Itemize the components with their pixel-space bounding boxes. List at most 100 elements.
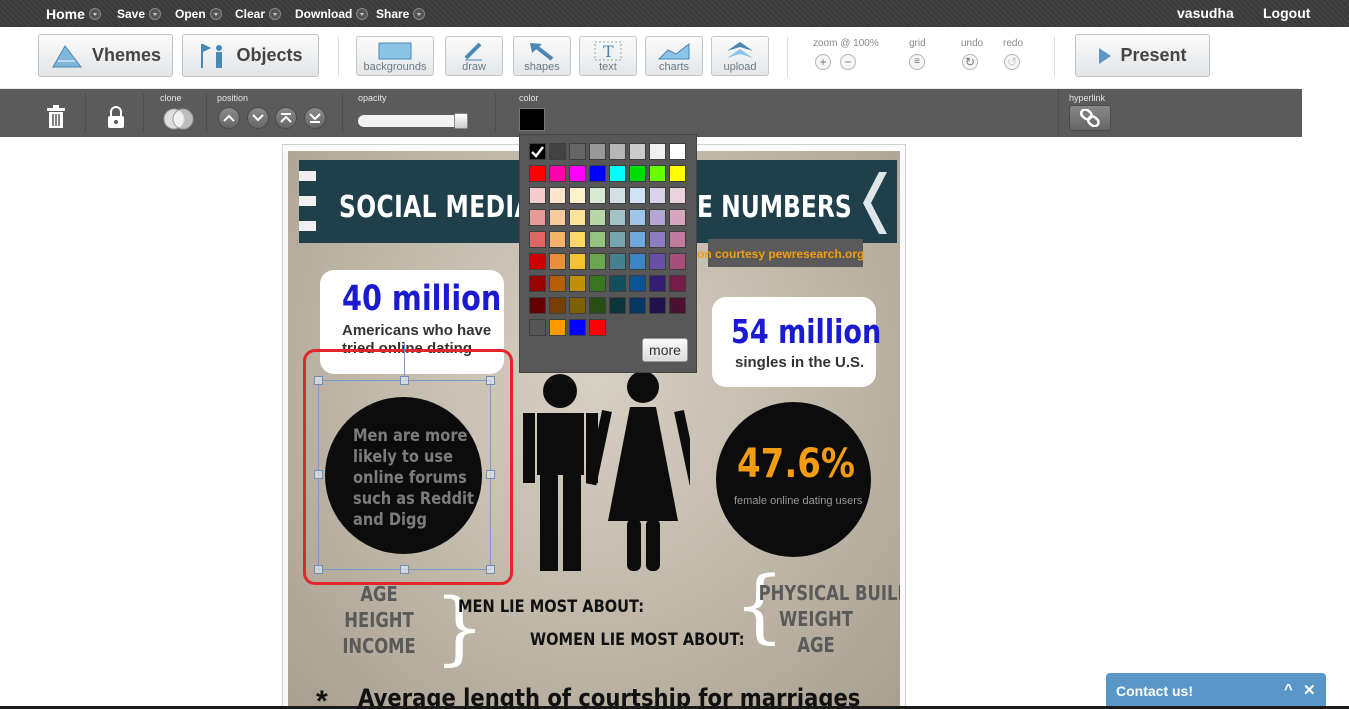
- color-swatch[interactable]: [649, 165, 666, 182]
- color-swatch[interactable]: [669, 143, 686, 160]
- chevron-up-icon[interactable]: ^: [1284, 681, 1293, 698]
- color-swatch[interactable]: [569, 165, 586, 182]
- color-swatch[interactable]: [609, 165, 626, 182]
- resize-handle[interactable]: [314, 376, 323, 385]
- chevron-down-icon[interactable]: [356, 7, 369, 20]
- objects-button[interactable]: Objects: [182, 34, 319, 77]
- redo-button[interactable]: ↺: [1004, 54, 1020, 70]
- color-swatch[interactable]: [649, 187, 666, 204]
- color-swatch[interactable]: [529, 297, 546, 314]
- color-swatch[interactable]: [549, 275, 566, 292]
- color-swatch[interactable]: [669, 253, 686, 270]
- color-swatch[interactable]: [569, 209, 586, 226]
- color-swatch[interactable]: [569, 275, 586, 292]
- color-swatch[interactable]: [609, 297, 626, 314]
- opacity-slider[interactable]: [358, 113, 468, 129]
- upload-button[interactable]: upload: [711, 36, 769, 76]
- color-swatch[interactable]: [549, 209, 566, 226]
- color-swatch[interactable]: [629, 209, 646, 226]
- color-swatch[interactable]: [529, 231, 546, 248]
- color-swatch[interactable]: [549, 165, 566, 182]
- opacity-slider-handle[interactable]: [454, 113, 468, 129]
- color-swatch[interactable]: [529, 253, 546, 270]
- resize-handle[interactable]: [486, 470, 495, 479]
- present-button[interactable]: Present: [1075, 34, 1210, 77]
- move-up-button[interactable]: [218, 107, 240, 129]
- color-swatch[interactable]: [529, 143, 546, 160]
- color-swatch[interactable]: [649, 209, 666, 226]
- stat2-value[interactable]: 54 million: [731, 312, 881, 351]
- men-lie-list[interactable]: AGE HEIGHT INCOME: [341, 581, 416, 659]
- color-swatch[interactable]: [629, 143, 646, 160]
- color-swatch[interactable]: [589, 275, 606, 292]
- chevron-down-icon[interactable]: [209, 7, 222, 20]
- selection-box[interactable]: [318, 380, 491, 570]
- resize-handle[interactable]: [486, 565, 495, 574]
- color-swatch[interactable]: [669, 297, 686, 314]
- color-swatch[interactable]: [649, 231, 666, 248]
- grid-toggle-button[interactable]: ≡: [909, 54, 925, 70]
- resize-handle[interactable]: [400, 565, 409, 574]
- zoom-out-button[interactable]: −: [840, 54, 856, 70]
- color-swatch[interactable]: [609, 253, 626, 270]
- color-swatch[interactable]: [529, 165, 546, 182]
- undo-button[interactable]: ↻: [962, 54, 978, 70]
- color-swatch[interactable]: [669, 187, 686, 204]
- color-swatch[interactable]: [609, 143, 626, 160]
- stat1-caption-a[interactable]: Americans who have: [342, 322, 491, 339]
- color-swatch[interactable]: [629, 165, 646, 182]
- color-swatch[interactable]: [569, 253, 586, 270]
- vhemes-button[interactable]: Vhemes: [38, 34, 173, 77]
- text-button[interactable]: T text: [579, 36, 637, 76]
- chevron-down-icon[interactable]: [413, 7, 426, 20]
- menu-clear[interactable]: Clear: [235, 0, 282, 27]
- bring-to-front-button[interactable]: [275, 107, 297, 129]
- menu-save[interactable]: Save: [117, 0, 162, 27]
- zoom-in-button[interactable]: +: [815, 54, 831, 70]
- source-credit[interactable]: on courtesy pewresearch.org: [697, 247, 864, 261]
- color-swatch[interactable]: [589, 319, 606, 336]
- color-swatch[interactable]: [649, 143, 666, 160]
- color-swatch[interactable]: [589, 253, 606, 270]
- menu-open[interactable]: Open: [175, 0, 222, 27]
- color-swatch[interactable]: [529, 319, 546, 336]
- color-swatch[interactable]: [549, 297, 566, 314]
- color-swatch[interactable]: [609, 187, 626, 204]
- women-lie-list[interactable]: PHYSICAL BUILD WEIGHT AGE: [759, 580, 900, 658]
- color-swatch[interactable]: [669, 275, 686, 292]
- color-swatch[interactable]: [589, 231, 606, 248]
- color-swatch[interactable]: [549, 187, 566, 204]
- color-swatch[interactable]: [549, 253, 566, 270]
- color-swatch[interactable]: [629, 187, 646, 204]
- resize-handle[interactable]: [486, 376, 495, 385]
- color-swatch[interactable]: [669, 209, 686, 226]
- clone-icon[interactable]: [162, 107, 196, 136]
- women-lie-heading[interactable]: WOMEN LIE MOST ABOUT:: [530, 630, 745, 650]
- color-swatch[interactable]: [569, 231, 586, 248]
- color-swatch[interactable]: [649, 253, 666, 270]
- color-swatch[interactable]: [569, 187, 586, 204]
- chevron-down-icon[interactable]: [269, 7, 282, 20]
- send-to-back-button[interactable]: [304, 107, 326, 129]
- stat2-caption[interactable]: singles in the U.S.: [735, 354, 864, 371]
- percent-caption[interactable]: female online dating users: [734, 495, 862, 507]
- chevron-down-icon[interactable]: [149, 7, 162, 20]
- color-swatch[interactable]: [609, 275, 626, 292]
- stat1-value[interactable]: 40 million: [342, 279, 501, 319]
- color-swatch[interactable]: [569, 143, 586, 160]
- color-swatch-current[interactable]: [519, 108, 545, 131]
- men-lie-heading[interactable]: MEN LIE MOST ABOUT:: [458, 597, 644, 617]
- trash-icon[interactable]: [45, 105, 67, 134]
- title-text-right[interactable]: E NUMBERS: [697, 190, 852, 225]
- color-swatch[interactable]: [649, 297, 666, 314]
- color-swatch[interactable]: [649, 275, 666, 292]
- resize-handle[interactable]: [314, 565, 323, 574]
- color-swatch[interactable]: [669, 231, 686, 248]
- color-swatch[interactable]: [609, 231, 626, 248]
- color-swatch[interactable]: [529, 187, 546, 204]
- shapes-button[interactable]: shapes: [513, 36, 571, 76]
- color-swatch[interactable]: [549, 319, 566, 336]
- move-down-button[interactable]: [247, 107, 269, 129]
- color-swatch[interactable]: [609, 209, 626, 226]
- man-woman-icon[interactable]: [520, 371, 690, 576]
